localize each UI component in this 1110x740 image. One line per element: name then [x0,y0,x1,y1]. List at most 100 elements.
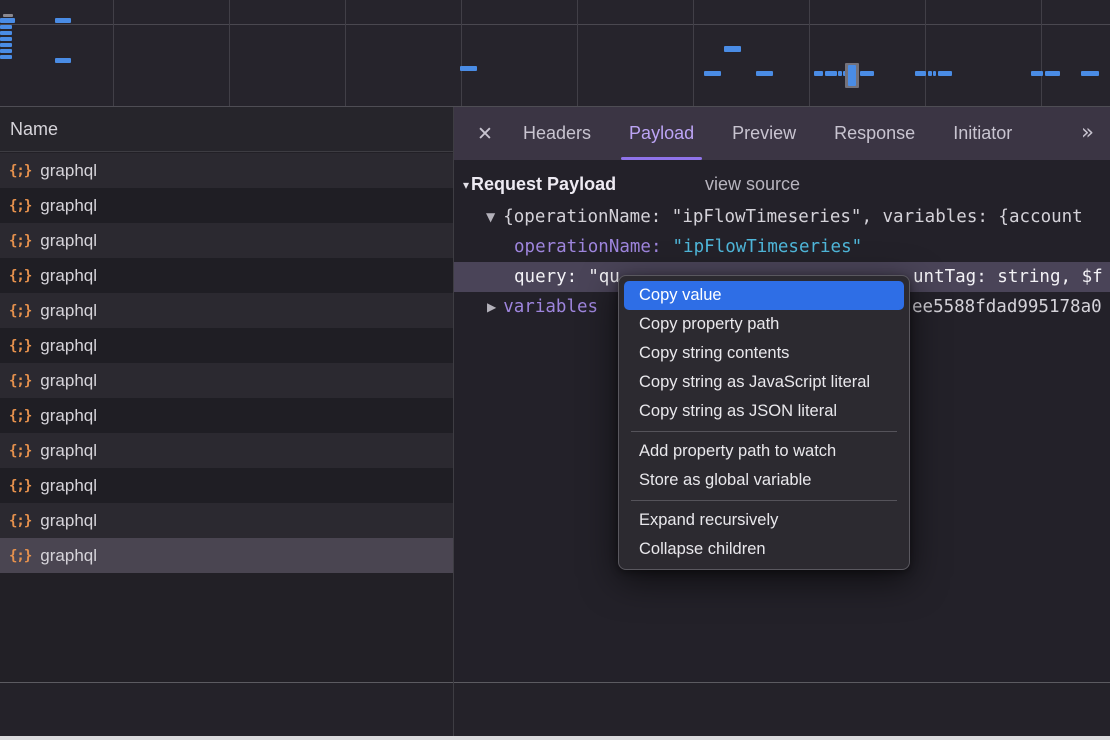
network-request-row[interactable]: {;}graphql [0,433,453,468]
waterfall-bar[interactable] [0,25,12,29]
menu-item-copy-string-as-javascript-literal[interactable]: Copy string as JavaScript literal [624,368,904,397]
menu-item-add-property-path-to-watch[interactable]: Add property path to watch [624,437,904,466]
request-payload-section-header[interactable]: ▾Request Payload [463,168,616,200]
waterfall-bar[interactable] [756,71,773,76]
request-name-label: graphql [40,266,97,286]
overview-gridline [113,0,114,106]
json-braces-icon: {;} [9,408,31,424]
waterfall-bar[interactable] [0,37,12,41]
request-name-label: graphql [40,371,97,391]
menu-item-expand-recursively[interactable]: Expand recursively [624,506,904,535]
waterfall-bar[interactable] [704,71,721,76]
tab-initiator[interactable]: Initiator [934,107,1031,160]
expanded-arrow-icon[interactable]: ▼ [486,210,495,224]
waterfall-bar[interactable] [1031,71,1043,76]
property-value-start: "qu [588,267,620,287]
tab-preview[interactable]: Preview [713,107,815,160]
request-name-label: graphql [40,196,97,216]
overview-gridline [925,0,926,106]
view-source-link[interactable]: view source [705,168,800,200]
request-name-label: graphql [40,546,97,566]
column-header-label: Name [10,119,58,139]
network-request-row[interactable]: {;}graphql [0,503,453,538]
request-name-label: graphql [40,161,97,181]
menu-item-store-as-global-variable[interactable]: Store as global variable [624,466,904,495]
waterfall-bar[interactable] [848,65,856,86]
network-request-row[interactable]: {;}graphql [0,258,453,293]
network-request-row[interactable]: {;} graphql [0,363,453,398]
network-request-row[interactable]: {;} graphql [0,293,453,328]
json-braces-icon: {;} [9,303,31,319]
request-payload-title: Request Payload [471,174,616,194]
waterfall-bar[interactable] [933,71,936,76]
payload-root-preview: {operationName: "ipFlowTimeseries", vari… [503,207,1082,227]
network-request-row[interactable]: {;}graphql [0,328,453,363]
json-braces-icon: {;} [9,373,31,389]
json-braces-icon: {;} [9,163,31,179]
menu-item-copy-string-contents[interactable]: Copy string contents [624,339,904,368]
waterfall-bar[interactable] [0,31,12,35]
waterfall-bar[interactable] [460,66,477,71]
network-request-row[interactable]: {;} graphql [0,398,453,433]
network-request-row[interactable]: {;} graphql [0,153,453,188]
section-expanded-icon[interactable]: ▾ [463,178,469,192]
collapsed-arrow-icon[interactable]: ▶ [487,300,496,314]
details-tabbar: ✕ HeadersPayloadPreviewResponseInitiator… [454,107,1110,160]
property-value: "ipFlowTimeseries" [673,237,863,257]
waterfall-bar[interactable] [0,43,12,47]
menu-item-collapse-children[interactable]: Collapse children [624,535,904,564]
menu-separator [631,500,897,501]
json-braces-icon: {;} [9,338,31,354]
waterfall-bar[interactable] [1045,71,1060,76]
waterfall-bar[interactable] [938,71,952,76]
panel-divider[interactable] [453,107,454,740]
waterfall-bar[interactable] [915,71,926,76]
request-name-label: graphql [40,406,97,426]
network-request-row[interactable]: {;}graphql [0,468,453,503]
overview-gridline [229,0,230,106]
status-footer [0,682,1110,736]
waterfall-bar[interactable] [838,71,842,76]
request-name-label: graphql [40,231,97,251]
waterfall-bar[interactable] [55,18,71,23]
waterfall-bar[interactable] [860,71,874,76]
waterfall-bar[interactable] [3,14,13,17]
menu-separator [631,431,897,432]
waterfall-bar[interactable] [724,46,741,52]
network-request-list: {;} graphql {;} graphql {;} graphql {;} graphql… [0,153,453,682]
request-name-label: graphql [40,476,97,496]
overview-gridline [577,0,578,106]
network-request-row[interactable]: {;} graphql [0,188,453,223]
network-request-row[interactable]: {;}graphql [0,538,453,573]
network-request-row[interactable]: {;}graphql [0,223,453,258]
overview-gridline [809,0,810,106]
property-key: query: [514,267,577,287]
payload-operationname-row[interactable]: operationName:"ipFlowTimeseries" [454,232,1110,262]
menu-item-copy-property-path[interactable]: Copy property path [624,310,904,339]
column-header-name[interactable]: Name [0,107,453,152]
waterfall-bar[interactable] [814,71,823,76]
property-value-end: untTag: string, $f [913,262,1103,292]
waterfall-bar[interactable] [0,49,12,53]
tab-payload[interactable]: Payload [610,107,713,160]
context-menu: Copy valueCopy property pathCopy string … [618,275,910,570]
menu-item-copy-string-as-json-literal[interactable]: Copy string as JSON literal [624,397,904,426]
waterfall-bar[interactable] [1081,71,1099,76]
payload-root-row[interactable]: ▼ {operationName: "ipFlowTimeseries", var… [454,202,1110,232]
property-value-end: ee5588fdad995178a0 [912,292,1102,322]
request-name-label: graphql [40,301,97,321]
waterfall-bar[interactable] [55,58,71,63]
details-tabs: HeadersPayloadPreviewResponseInitiator [504,107,1031,160]
tab-response[interactable]: Response [815,107,934,160]
waterfall-bar[interactable] [825,71,837,76]
waterfall-bar[interactable] [0,55,12,59]
close-icon[interactable]: ✕ [472,123,498,145]
more-tabs-icon[interactable]: » [1081,107,1094,160]
tab-headers[interactable]: Headers [504,107,610,160]
json-braces-icon: {;} [9,198,31,214]
waterfall-bar[interactable] [0,18,15,23]
overview-horizontal-gridline [0,24,1110,25]
menu-item-copy-value[interactable]: Copy value [624,281,904,310]
waterfall-bar[interactable] [928,71,932,76]
network-overview-timeline[interactable] [0,0,1110,107]
